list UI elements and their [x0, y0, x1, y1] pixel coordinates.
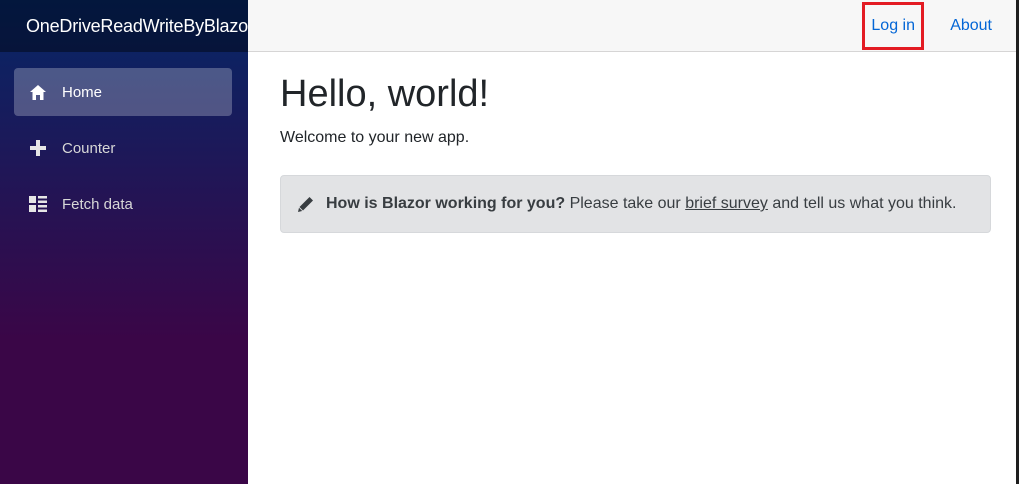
survey-prompt: How is Blazor working for you? Please ta…: [280, 175, 991, 233]
login-highlight: Log in: [862, 1, 925, 50]
brand-link[interactable]: OneDriveReadWriteByBlazor: [26, 16, 248, 37]
survey-link[interactable]: brief survey: [685, 195, 768, 212]
list-rich-icon: [28, 194, 48, 214]
survey-question: How is Blazor working for you?: [326, 195, 566, 212]
sidebar-item-label: Fetch data: [62, 195, 133, 213]
survey-text-before: Please take our: [565, 195, 686, 212]
app-window: OneDriveReadWriteByBlazor Home Counter F…: [0, 0, 1019, 484]
sidebar-nav: Home Counter Fetch data: [0, 52, 248, 228]
survey-text-after: and tell us what you think.: [767, 195, 957, 212]
page-title: Hello, world!: [280, 73, 490, 115]
top-row: Log in About: [248, 0, 1016, 52]
sidebar-item-label: Counter: [62, 139, 116, 157]
home-icon: [28, 82, 48, 102]
plus-icon: [28, 138, 48, 158]
sidebar-item-counter[interactable]: Counter: [14, 124, 232, 172]
brand-row: OneDriveReadWriteByBlazor: [0, 0, 248, 52]
main-content: Hello, world! Welcome to your new app. H…: [280, 52, 991, 233]
survey-text: How is Blazor working for you? Please ta…: [326, 195, 956, 213]
about-link[interactable]: About: [950, 17, 992, 35]
pencil-icon: [297, 196, 314, 213]
sidebar-item-fetch-data[interactable]: Fetch data: [14, 180, 232, 228]
sidebar: OneDriveReadWriteByBlazor Home Counter F…: [0, 0, 248, 484]
sidebar-item-label: Home: [62, 83, 103, 101]
sidebar-item-home[interactable]: Home: [14, 68, 232, 116]
welcome-text: Welcome to your new app.: [280, 129, 470, 146]
login-link[interactable]: Log in: [871, 17, 915, 35]
